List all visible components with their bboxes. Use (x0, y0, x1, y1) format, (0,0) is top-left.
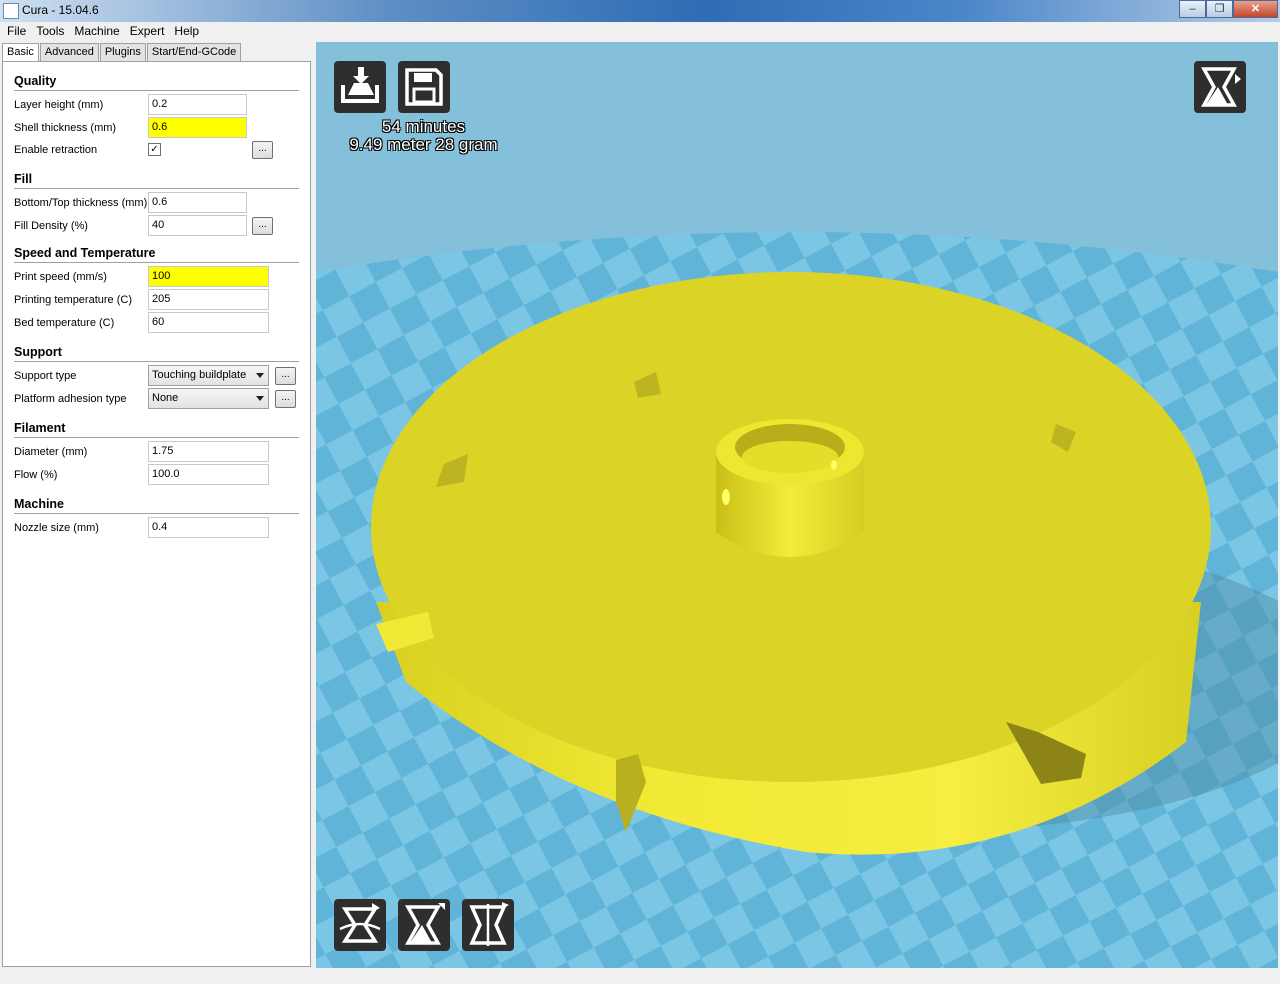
3d-viewport[interactable]: 54 minutes 9.49 meter 28 gram (316, 42, 1278, 968)
fill-settings-button[interactable]: ... (252, 217, 273, 235)
load-model-button[interactable] (334, 61, 386, 113)
retraction-label: Enable retraction (14, 144, 98, 156)
section-fill: Fill (14, 172, 299, 189)
menu-machine[interactable]: Machine (69, 22, 124, 41)
view-mode-button[interactable] (1194, 61, 1246, 113)
bottom-top-thickness-label: Bottom/Top thickness (mm) (14, 197, 148, 209)
platform-adhesion-select[interactable]: None (148, 388, 269, 409)
printing-temperature-input[interactable]: 205 (148, 289, 269, 310)
tab-start-end-gcode[interactable]: Start/End-GCode (146, 43, 242, 62)
shell-thickness-input[interactable]: 0.6 (148, 117, 247, 138)
print-speed-label: Print speed (mm/s) (14, 271, 107, 283)
nozzle-size-input[interactable]: 0.4 (148, 517, 269, 538)
section-support: Support (14, 345, 299, 362)
window-title: Cura - 15.04.6 (22, 3, 99, 17)
menu-expert[interactable]: Expert (125, 22, 170, 41)
section-speed-temperature: Speed and Temperature (14, 246, 299, 263)
platform-adhesion-label: Platform adhesion type (14, 393, 127, 405)
fill-density-input[interactable]: 40 (148, 215, 247, 236)
platform-adhesion-value: None (152, 392, 179, 404)
layer-height-label: Layer height (mm) (14, 99, 104, 111)
load-model-icon (341, 67, 379, 103)
mirror-icon (469, 902, 509, 946)
save-toolpath-icon (405, 68, 443, 106)
rotate-button[interactable] (334, 899, 386, 951)
menu-bar: File Tools Machine Expert Help (0, 22, 1280, 41)
view-mode-icon (1201, 67, 1241, 107)
tab-basic[interactable]: Basic (2, 43, 39, 63)
printing-temperature-label: Printing temperature (C) (14, 294, 132, 306)
retraction-checkbox[interactable]: ✓ (148, 143, 161, 156)
shell-thickness-label: Shell thickness (mm) (14, 122, 117, 134)
save-toolpath-button[interactable] (398, 61, 450, 113)
flow-label: Flow (%) (14, 469, 58, 481)
chevron-down-icon (256, 396, 264, 401)
build-plate-scene (316, 42, 1278, 968)
scale-button[interactable] (398, 899, 450, 951)
window-controls: – ❐ ✕ (1179, 0, 1278, 18)
support-type-label: Support type (14, 370, 77, 382)
menu-help[interactable]: Help (169, 22, 204, 41)
print-speed-input[interactable]: 100 (148, 266, 269, 287)
mirror-button[interactable] (462, 899, 514, 951)
bed-temperature-input[interactable]: 60 (148, 312, 269, 333)
bed-temperature-label: Bed temperature (C) (14, 317, 115, 329)
tab-plugins[interactable]: Plugins (99, 43, 146, 62)
print-material: 9.49 meter 28 gram (349, 135, 498, 154)
app-icon (3, 3, 19, 19)
diameter-label: Diameter (mm) (14, 446, 88, 458)
section-filament: Filament (14, 421, 299, 438)
support-type-value: Touching buildplate (152, 369, 247, 381)
print-time: 54 minutes (381, 117, 466, 136)
print-info: 54 minutes 9.49 meter 28 gram (336, 118, 511, 154)
adhesion-settings-button[interactable]: ... (275, 390, 296, 408)
flow-input[interactable]: 100.0 (148, 464, 269, 485)
layer-height-input[interactable]: 0.2 (148, 94, 247, 115)
tab-advanced[interactable]: Advanced (39, 43, 99, 62)
chevron-down-icon (256, 373, 264, 378)
bottom-top-thickness-input[interactable]: 0.6 (148, 192, 247, 213)
section-quality: Quality (14, 74, 299, 91)
title-bar: Cura - 15.04.6 – ❐ ✕ (0, 0, 1280, 22)
basic-settings-panel: Quality Layer height (mm) 0.2 Shell thic… (2, 61, 311, 967)
minimize-button[interactable]: – (1179, 0, 1206, 18)
support-settings-button[interactable]: ... (275, 367, 296, 385)
fill-density-label: Fill Density (%) (14, 220, 88, 232)
menu-file[interactable]: File (2, 22, 31, 41)
restore-button[interactable]: ❐ (1206, 0, 1233, 18)
menu-tools[interactable]: Tools (31, 22, 69, 41)
scale-icon (405, 903, 445, 945)
rotate-icon (339, 903, 381, 943)
retraction-settings-button[interactable]: ... (252, 141, 273, 159)
diameter-input[interactable]: 1.75 (148, 441, 269, 462)
settings-tabs: Basic Advanced Plugins Start/End-GCode (2, 43, 242, 63)
section-machine: Machine (14, 497, 299, 514)
close-button[interactable]: ✕ (1233, 0, 1278, 18)
support-type-select[interactable]: Touching buildplate (148, 365, 269, 386)
nozzle-size-label: Nozzle size (mm) (14, 522, 99, 534)
